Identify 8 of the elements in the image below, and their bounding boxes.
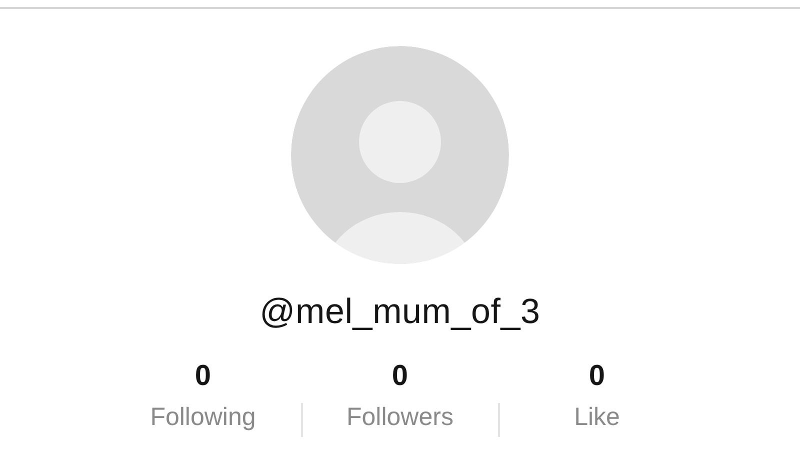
username: @mel_mum_of_3 (260, 291, 540, 333)
stat-label[interactable]: Following (150, 399, 256, 437)
stat-count: 0 (588, 358, 606, 394)
stat-count: 0 (392, 358, 408, 394)
avatar-silhouette-icon (291, 46, 509, 264)
stat-count: 0 (194, 358, 212, 394)
stat-label[interactable]: Like (574, 399, 620, 437)
stat-label[interactable]: Followers (346, 399, 454, 437)
